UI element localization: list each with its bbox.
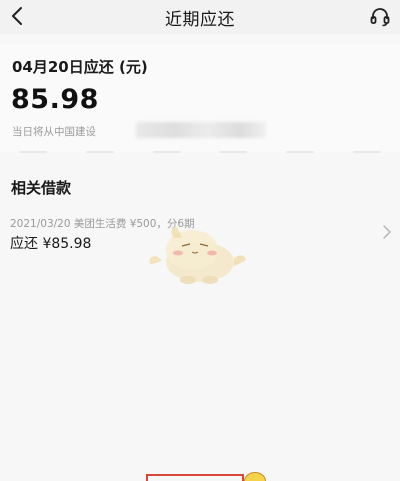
chevron-right-icon: [383, 225, 391, 239]
redacted-account-mask: [136, 122, 266, 138]
section-divider: [0, 148, 400, 156]
due-date-title: 04月20日应还 (元): [12, 58, 148, 76]
loan-due-amount: 应还 ¥85.98: [10, 236, 92, 252]
customer-service-button[interactable]: [368, 5, 392, 29]
headset-icon: [370, 8, 390, 27]
app-root: 近期应还 04月20日应还 (元) 85.98 当日将从中国建设 相关借款 20…: [0, 0, 400, 481]
page-title: 近期应还: [165, 9, 235, 30]
back-button[interactable]: [6, 4, 28, 28]
mascot-sticker: [149, 226, 246, 284]
bottom-button-edge: [146, 474, 244, 481]
chevron-left-icon: [12, 7, 22, 25]
due-summary-card: 04月20日应还 (元) 85.98 当日将从中国建设: [0, 44, 400, 152]
navigation-bar: 近期应还: [0, 0, 400, 34]
repayment-source-note: 当日将从中国建设: [12, 126, 96, 138]
bottom-sticker-fragment: [244, 472, 266, 481]
related-loans-title: 相关借款: [11, 179, 72, 197]
due-amount: 85.98: [11, 84, 99, 115]
